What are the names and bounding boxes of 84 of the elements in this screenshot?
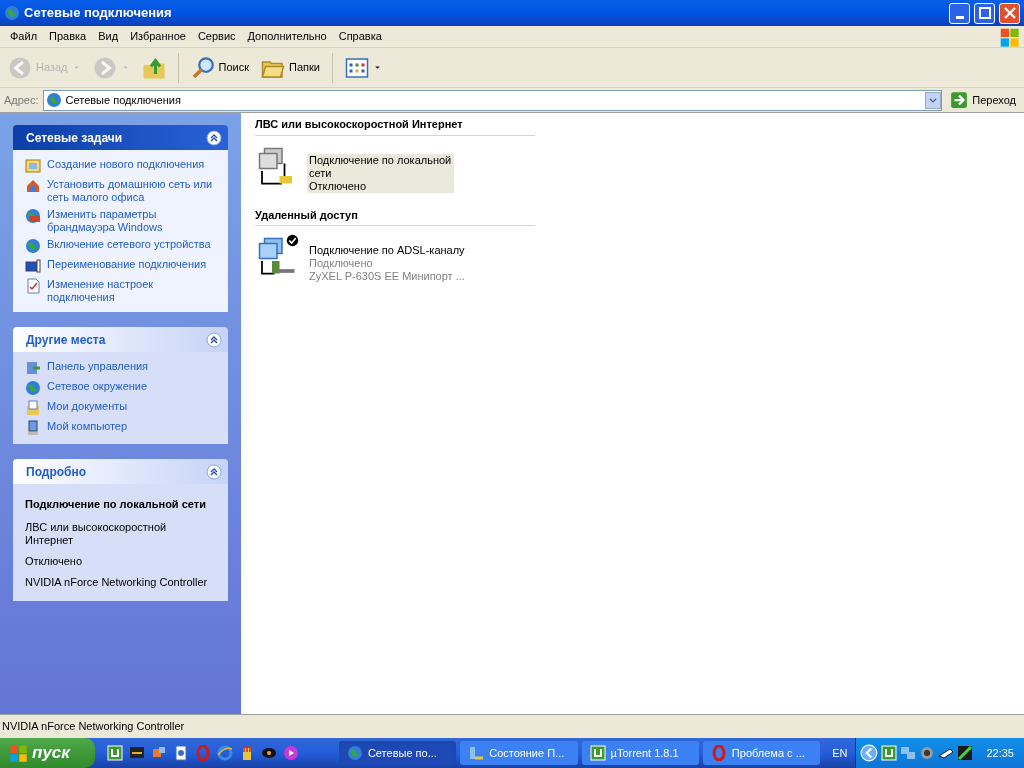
computer-icon [25,420,41,436]
details-text: Отключено [25,555,83,568]
go-button[interactable]: Переход [946,91,1020,109]
menu-item[interactable]: Справка [332,26,388,47]
details-text: ЛВС или высокоскоростной Интернет [25,521,168,547]
start-button[interactable]: пуск [0,738,96,768]
panel-header[interactable]: Сетевые задачи [13,125,228,150]
menu-item[interactable]: Правка [43,26,93,47]
wizard-icon [25,158,41,174]
network-icon [346,745,363,761]
details-heading: Подключение по локальной сети [25,498,207,511]
dialup-computers-icon [257,236,297,276]
task-link[interactable]: Установить домашнюю сеть или сеть малого офиса [47,178,216,204]
menu-item[interactable]: Сервис [191,26,242,47]
utorrent-icon[interactable] [881,745,898,761]
details-text: NVIDIA nForce Networking Controller [25,576,209,589]
internet-explorer-icon[interactable] [217,745,234,761]
speaker-icon[interactable] [919,745,936,761]
menu-item[interactable]: Дополнительно [241,26,333,47]
views-icon [344,55,369,80]
dropdown-caret-icon [71,63,81,72]
utorrent-icon [589,745,606,761]
maximize-icon [978,7,991,19]
windows-flag-icon [8,743,28,763]
close-button[interactable] [999,2,1020,24]
group-heading: Удаленный доступ [255,208,358,221]
search-button[interactable]: Поиск [186,50,253,85]
utorrent-icon[interactable] [107,745,124,761]
menu-item[interactable]: Файл [4,26,44,47]
dropdown-caret-icon [120,63,130,72]
window-title: Сетевые подключения [24,4,173,23]
rename-icon [25,258,41,274]
monitor-icon[interactable] [129,745,146,761]
search-icon [190,55,215,80]
music-player-icon[interactable] [283,745,300,761]
panel-header[interactable]: Другие места [13,327,228,352]
task-link[interactable]: Включение сетевого устройства [47,238,211,251]
status-bar-text: NVIDIA nForce Networking Controller [2,719,185,735]
settings-icon [25,278,41,294]
taskbar-button[interactable]: Проблема с ... [702,741,821,765]
folders-button[interactable]: Папки [257,50,324,85]
home-icon [25,178,41,194]
connection-icon[interactable] [257,236,297,276]
clock: 22:35 [986,745,1014,761]
task-link[interactable]: Сетевое окружение [47,380,148,393]
menu-item[interactable]: Вид [92,26,125,47]
connection-item[interactable]: Подключение по ADSL-каналу Подключено ZyXEL P-630S EE Минипорт ... [307,244,467,283]
minimize-icon [955,15,964,19]
close-icon [1003,7,1016,19]
go-arrow-icon [950,91,969,109]
group-heading: ЛВС или высокоскоростной Интернет [255,118,463,130]
dropdown-caret-icon [372,63,382,72]
address-label: Адрес: [4,92,39,108]
network-globe-icon [4,5,20,21]
address-field[interactable]: Сетевые подключения [42,89,943,111]
taskbar-button[interactable]: µTorrent 1.8.1 [581,741,699,765]
opera-icon [710,745,727,761]
task-link[interactable]: Мои документы [47,400,128,413]
task-link[interactable]: Создание нового подключения [47,158,205,171]
folder-up-icon [141,55,166,80]
minimize-button[interactable] [949,2,970,24]
network-globe-icon [45,92,62,108]
panel-header[interactable]: Подробно [13,459,228,484]
dropdown-caret-icon [928,95,939,105]
task-link[interactable]: Панель управления [47,360,149,373]
docs-icon [25,400,41,416]
task-link[interactable]: Мой компьютер [47,420,128,433]
document-icon[interactable] [173,745,190,761]
dropdown-button[interactable] [925,91,942,109]
taskbar-button[interactable]: Состояние П... [460,741,578,765]
globe-icon [25,380,41,396]
media-player-icon[interactable] [261,745,278,761]
taskbar-button[interactable]: Сетевые по... [338,741,457,765]
connection-item[interactable]: Подключение по локальной сети Отключено [307,153,454,193]
menu-item[interactable]: Избранное [124,26,192,47]
language-indicator[interactable]: EN [824,744,856,762]
maximize-button[interactable] [974,2,995,24]
graph-icon[interactable] [957,745,974,761]
firewall-icon [25,208,41,224]
chevron-left-icon[interactable] [860,744,879,762]
globe-icon [25,238,41,254]
task-link[interactable]: Изменить параметры брандмауэра Windows [47,208,216,234]
task-link[interactable]: Переименование подключения [47,258,207,271]
task-link[interactable]: Изменение настроек подключения [47,278,216,304]
